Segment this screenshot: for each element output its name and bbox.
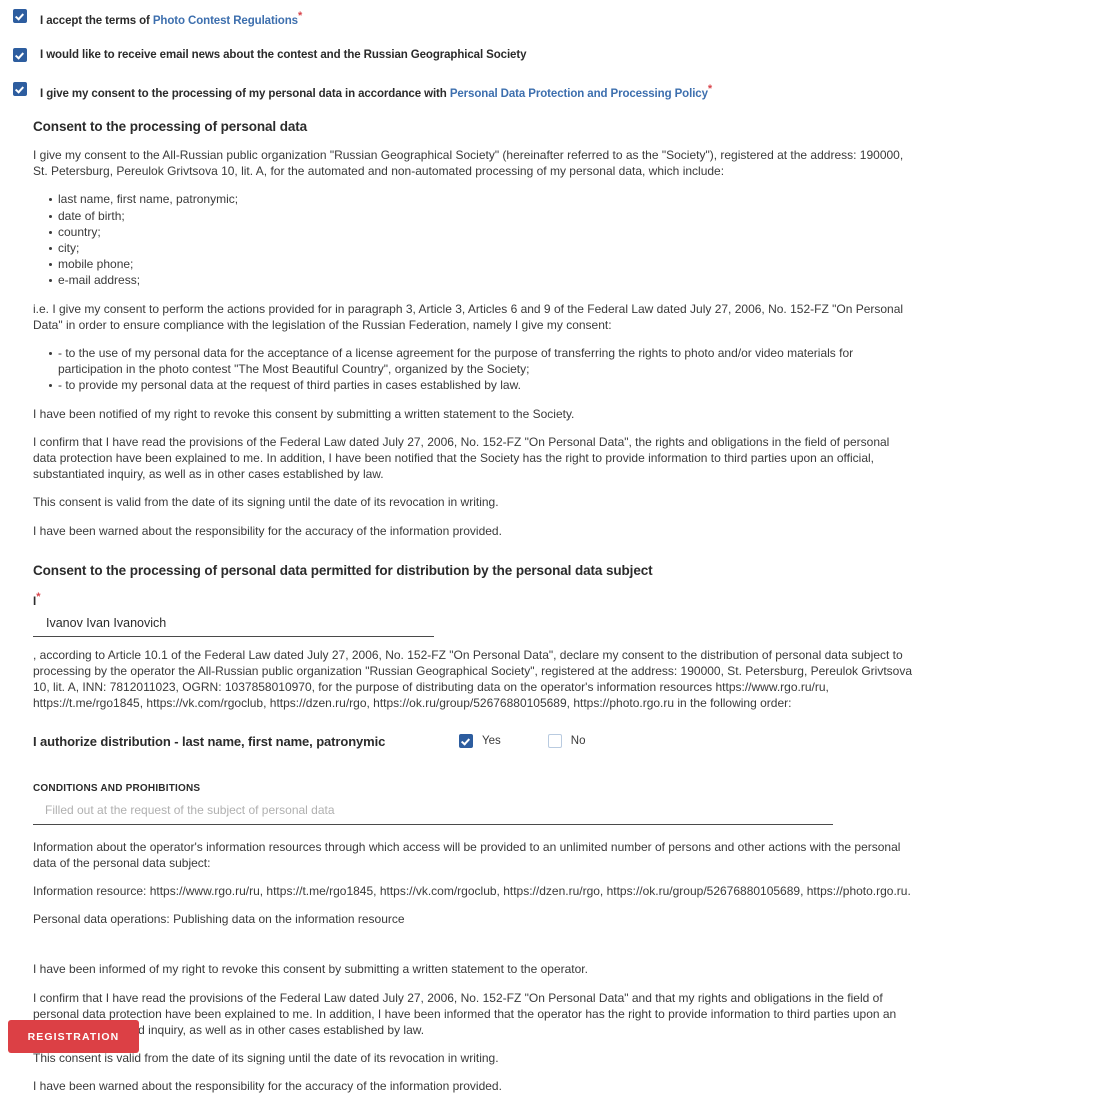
- paragraph-operator-revoke-note: I have been informed of my right to revo…: [33, 962, 588, 977]
- authorize-distribution-label: I authorize distribution - last name, fi…: [33, 733, 386, 749]
- section-title-consent-processing: Consent to the processing of personal da…: [33, 119, 308, 134]
- paragraph-operations-line: Personal data operations: Publishing dat…: [33, 912, 405, 927]
- list-item: - to provide my personal data at the req…: [49, 377, 913, 393]
- consent-label-regulations: I accept the terms of Photo Contest Regu…: [40, 9, 302, 28]
- consent-label-email-news: I would like to receive email news about…: [40, 48, 526, 62]
- authorize-no-option[interactable]: No: [547, 734, 586, 748]
- consent-text-personal-data: I give my consent to the processing of m…: [40, 87, 447, 100]
- list-item: date of birth;: [49, 208, 913, 224]
- consent-text-email-news: I would like to receive email news about…: [40, 48, 527, 61]
- paragraph-operator-validity-note: This consent is valid from the date of i…: [33, 1051, 499, 1066]
- section-title-distribution-consent: Consent to the processing of personal da…: [33, 562, 653, 578]
- checkbox-authorize-yes[interactable]: [459, 734, 473, 748]
- paragraph-responsibility-note: I have been warned about the responsibil…: [33, 523, 502, 538]
- list-item: city;: [49, 240, 913, 256]
- full-name-input[interactable]: [33, 615, 434, 637]
- link-personal-data-policy[interactable]: Personal Data Protection and Processing …: [450, 88, 708, 100]
- checkbox-personal-data-policy[interactable]: [13, 81, 27, 96]
- paragraph-distribution-declaration: , according to Article 10.1 of the Feder…: [33, 647, 912, 711]
- required-asterisk-regulations: *: [297, 10, 303, 22]
- list-item: - to the use of my personal data for the…: [49, 345, 913, 377]
- label-yes: Yes: [482, 735, 501, 747]
- consent-actions-list: - to the use of my personal data for the…: [33, 345, 913, 394]
- conditions-field-group: CONDITIONS AND PROHIBITIONS: [33, 783, 913, 825]
- consent-text-regulations: I accept the terms of: [40, 14, 150, 27]
- conditions-and-prohibitions-input[interactable]: [33, 802, 833, 825]
- paragraph-validity-note: This consent is valid from the date of i…: [33, 495, 499, 510]
- link-photo-contest-regulations[interactable]: Photo Contest Regulations: [153, 15, 298, 27]
- checkbox-authorize-no[interactable]: [547, 734, 562, 748]
- paragraph-resources-line: Information resource: https://www.rgo.ru…: [33, 883, 911, 898]
- authorize-distribution-row: I authorize distribution - last name, fi…: [33, 734, 913, 749]
- consent-label-personal-data: I give my consent to the processing of m…: [40, 82, 712, 101]
- paragraph-revoke-note: I have been notified of my right to revo…: [33, 406, 575, 421]
- registration-button[interactable]: Registration: [8, 1020, 139, 1053]
- checkbox-accept-regulations[interactable]: [13, 9, 27, 23]
- consent-row-regulations[interactable]: I accept the terms of Photo Contest Regu…: [13, 9, 1119, 28]
- paragraph-operator-responsibility-note: I have been warned about the responsibil…: [33, 1079, 502, 1094]
- label-no: No: [570, 735, 586, 747]
- list-item: last name, first name, patronymic;: [49, 191, 913, 207]
- conditions-field-label: CONDITIONS AND PROHIBITIONS: [33, 782, 201, 794]
- list-item: country;: [49, 224, 913, 240]
- consent-checkbox-list: I accept the terms of Photo Contest Regu…: [0, 9, 1119, 101]
- authorize-yes-option[interactable]: Yes: [459, 734, 501, 748]
- paragraph-consent-actions-intro: i.e. I give my consent to perform the ac…: [33, 301, 904, 332]
- consent-row-personal-data[interactable]: I give my consent to the processing of m…: [13, 81, 1119, 101]
- name-field-label: I*: [33, 591, 913, 608]
- required-asterisk-name: *: [36, 590, 41, 603]
- required-asterisk-personal-data: *: [707, 82, 713, 95]
- checkbox-email-news[interactable]: [13, 47, 27, 62]
- paragraph-consent-intro: I give my consent to the All-Russian pub…: [33, 148, 904, 179]
- paragraph-operator-confirm-note: I confirm that I have read the provision…: [33, 990, 897, 1037]
- list-item: mobile phone;: [49, 256, 913, 272]
- personal-data-items-list: last name, first name, patronymic; date …: [33, 191, 913, 288]
- list-item: e-mail address;: [49, 272, 913, 288]
- paragraph-resources-intro: Information about the operator's informa…: [33, 839, 901, 870]
- paragraph-confirm-note: I confirm that I have read the provision…: [33, 434, 890, 482]
- consent-row-email-news[interactable]: I would like to receive email news about…: [13, 47, 1119, 62]
- consent-document: Consent to the processing of personal da…: [33, 119, 913, 1107]
